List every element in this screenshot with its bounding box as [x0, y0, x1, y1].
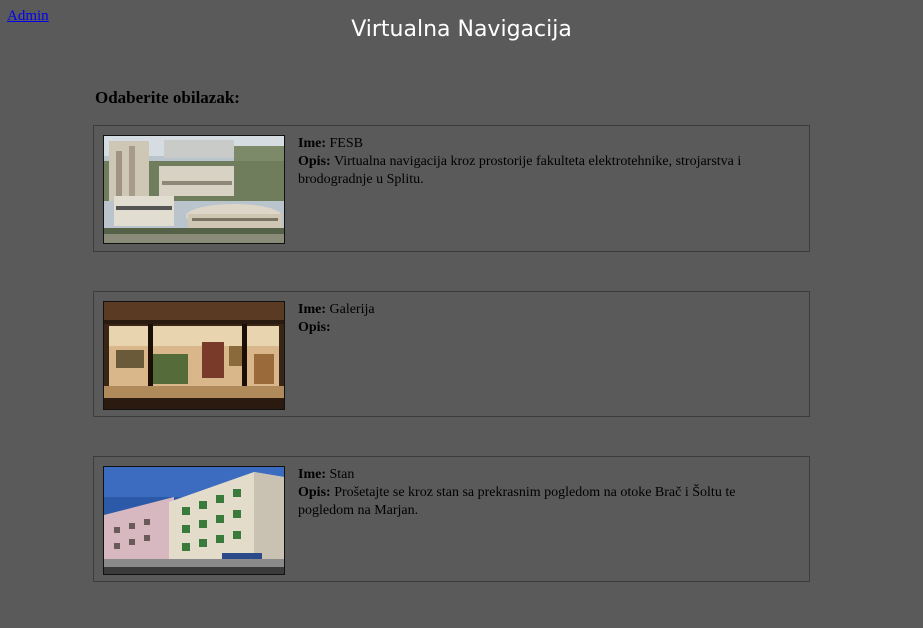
tour-info-stan: Ime: Stan Opis: Prošetajte se kroz stan …: [298, 466, 788, 520]
description-label: Opis:: [298, 485, 331, 500]
tour-name-row: Ime: FESB: [298, 135, 788, 153]
tour-info-galerija: Ime: Galerija Opis:: [298, 301, 788, 337]
tour-thumbnail-stan[interactable]: [103, 466, 285, 575]
name-label: Ime:: [298, 302, 326, 317]
tour-thumbnail-galerija[interactable]: [103, 301, 285, 410]
tour-description: Prošetajte se kroz stan sa prekrasnim po…: [298, 485, 736, 518]
tour-card-galerija[interactable]: Ime: Galerija Opis:: [93, 291, 810, 417]
description-label: Opis:: [298, 154, 331, 169]
tour-card-fesb[interactable]: Ime: FESB Opis: Virtualna navigacija kro…: [93, 125, 810, 252]
tour-description-row: Opis:: [298, 319, 788, 337]
name-label: Ime:: [298, 467, 326, 482]
name-label: Ime:: [298, 136, 326, 151]
tour-thumbnail-fesb[interactable]: [103, 135, 285, 244]
tour-name: Stan: [329, 467, 355, 482]
page: Admin Virtualna Navigacija Odaberite obi…: [0, 0, 923, 628]
tour-description-row: Opis: Virtualna navigacija kroz prostori…: [298, 153, 788, 189]
section-heading: Odaberite obilazak:: [95, 88, 240, 107]
page-title: Virtualna Navigacija: [351, 17, 572, 42]
tour-info-fesb: Ime: FESB Opis: Virtualna navigacija kro…: [298, 135, 788, 189]
tour-name: Galerija: [329, 302, 375, 317]
tour-name-row: Ime: Galerija: [298, 301, 788, 319]
tour-name-row: Ime: Stan: [298, 466, 788, 484]
description-label: Opis:: [298, 320, 331, 335]
tour-card-stan[interactable]: Ime: Stan Opis: Prošetajte se kroz stan …: [93, 456, 810, 582]
tour-description-row: Opis: Prošetajte se kroz stan sa prekras…: [298, 484, 788, 520]
tour-name: FESB: [329, 136, 363, 151]
tour-description: Virtualna navigacija kroz prostorije fak…: [298, 154, 742, 187]
